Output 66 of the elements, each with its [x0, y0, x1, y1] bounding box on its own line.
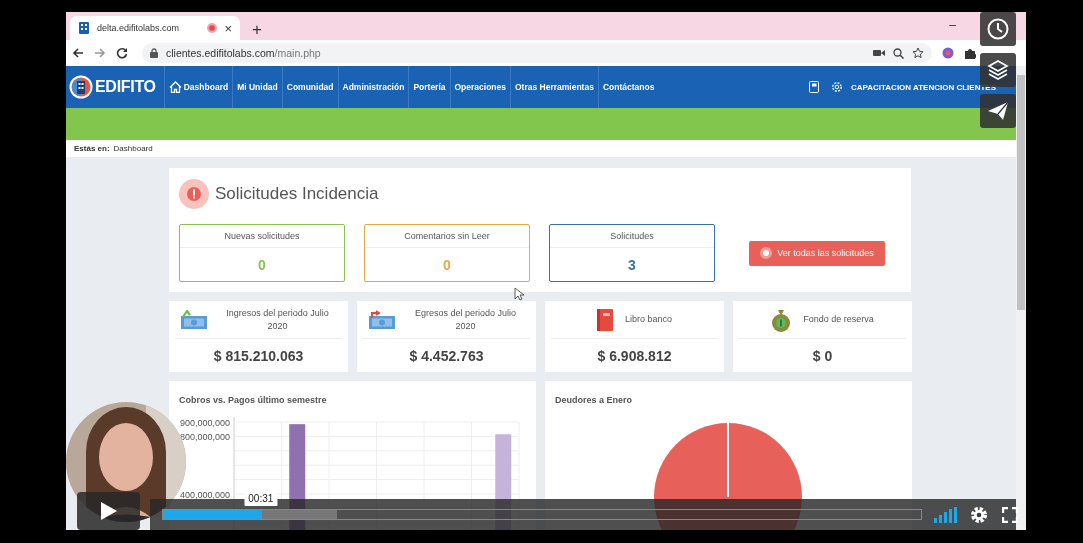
- layers-icon: [987, 59, 1009, 81]
- stat-label: Egresos del periodo Julio 2020: [413, 306, 518, 333]
- stat-value: $ 815.210.063: [212, 346, 305, 366]
- banknote-icon: [369, 309, 395, 330]
- send-button[interactable]: [980, 94, 1016, 128]
- stat-value: $ 6.908.812: [596, 346, 673, 366]
- axis-label: 400,000,000: [179, 489, 230, 500]
- axis-label: 900,000,000: [179, 417, 230, 428]
- time-tooltip: 00:31: [244, 491, 278, 506]
- counter-value: 3: [627, 255, 637, 275]
- progress-track[interactable]: [162, 509, 922, 520]
- stat-value: $ 4.452.763: [408, 346, 485, 366]
- logo-icon: [69, 75, 93, 99]
- section-title: Solicitudes Incidencia: [215, 184, 379, 204]
- url-text: clientes.edifitolabs.com/main.php: [166, 47, 322, 59]
- home-icon: [168, 81, 182, 93]
- browser-tab[interactable]: delta.edifitolabs.com ×: [70, 16, 240, 40]
- stat-label: Libro banco: [624, 313, 672, 326]
- view-all-button[interactable]: Ver todas las solicitudes: [749, 240, 885, 266]
- settings-icon[interactable]: [970, 505, 988, 524]
- book-icon[interactable]: [808, 81, 819, 93]
- user-name[interactable]: CAPACITACION ATENCION CLIENTES: [850, 82, 996, 92]
- fullscreen-icon[interactable]: [1002, 506, 1018, 523]
- logo-text: EDIFITO: [95, 78, 156, 96]
- layers-button[interactable]: [980, 53, 1016, 87]
- volume-icon[interactable]: [934, 506, 958, 523]
- paper-plane-icon: [987, 100, 1009, 122]
- alert-icon: [179, 179, 209, 209]
- reload-icon[interactable]: [116, 47, 128, 59]
- zoom-icon[interactable]: [893, 47, 904, 59]
- recording-dot-icon: [207, 23, 218, 33]
- tab-title: delta.edifitolabs.com: [97, 23, 181, 33]
- breadcrumb-link[interactable]: Dashboard: [113, 144, 153, 153]
- history-button[interactable]: [980, 12, 1016, 46]
- axis-label: 800,000,000: [179, 431, 230, 442]
- minimize-button[interactable]: –: [949, 18, 956, 32]
- play-icon: [99, 501, 118, 521]
- stat-value: $ 0: [811, 346, 834, 366]
- book-icon: [596, 308, 613, 331]
- back-icon[interactable]: [72, 47, 84, 59]
- chart-title: Deudores a Enero: [554, 394, 634, 405]
- star-icon[interactable]: [912, 47, 924, 59]
- lock-icon: [150, 48, 158, 58]
- scrollbar[interactable]: [1016, 66, 1026, 530]
- record-icon: [760, 247, 773, 259]
- counter-label: Nuevas solicitudes: [180, 225, 344, 248]
- counter-label: Comentarios sin Leer: [365, 225, 529, 248]
- stat-label: Ingresos del periodo Julio 2020: [225, 306, 330, 333]
- camera-icon[interactable]: [873, 49, 885, 57]
- settings-icon[interactable]: [830, 81, 843, 93]
- play-button[interactable]: [77, 492, 140, 530]
- banknote-icon: [181, 309, 207, 330]
- extension-icon[interactable]: [942, 47, 954, 59]
- favicon-icon: [78, 22, 90, 34]
- counter-value: 0: [257, 255, 267, 275]
- stat-label: Fondo de reserva: [803, 313, 874, 326]
- counter-label: Solicitudes: [550, 225, 714, 248]
- counter-value: 0: [442, 255, 452, 275]
- chart-title: Cobros vs. Pagos último semestre: [178, 394, 328, 405]
- address-bar[interactable]: clientes.edifitolabs.com/main.php: [142, 43, 932, 63]
- clock-icon: [987, 18, 1009, 40]
- close-tab-button[interactable]: ×: [224, 21, 232, 35]
- forward-icon[interactable]: [94, 47, 106, 59]
- new-tab-button[interactable]: +: [248, 21, 266, 38]
- breadcrumb-label: Estás en:: [74, 144, 110, 153]
- money-bag-icon: [771, 307, 792, 332]
